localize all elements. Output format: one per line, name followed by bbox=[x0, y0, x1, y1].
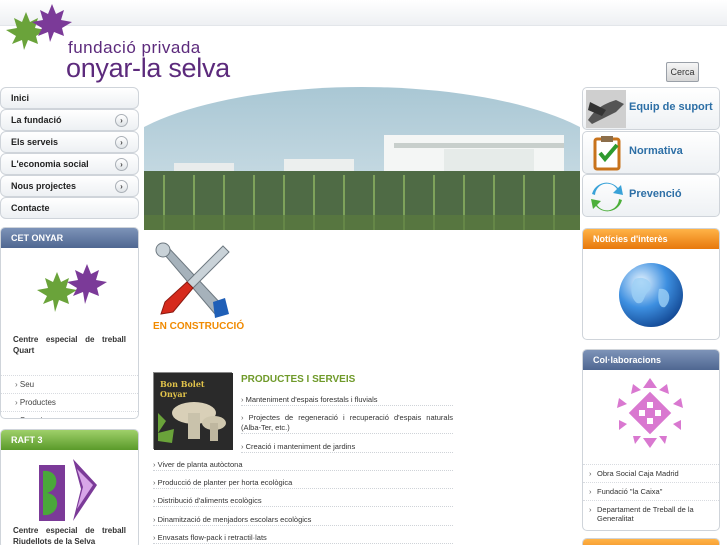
equip-de-suport-button[interactable]: Equip de suport bbox=[582, 87, 720, 130]
next-box-header bbox=[583, 539, 719, 545]
handshake-icon bbox=[586, 90, 626, 128]
prevencio-label: Prevenció bbox=[629, 188, 682, 200]
service-link[interactable]: Envasats flow-pack i retractil·lats bbox=[153, 533, 453, 544]
collaboration-mosaic-icon bbox=[617, 378, 683, 448]
chevron-right-icon[interactable]: › bbox=[115, 180, 128, 193]
collaborations-title: Col·laboracions bbox=[583, 350, 719, 370]
service-link[interactable]: Producció de planter per horta ecològica bbox=[153, 478, 453, 489]
service-link[interactable]: Creació i manteniment de jardins bbox=[241, 442, 453, 453]
chevron-right-icon[interactable]: › bbox=[115, 136, 128, 149]
checklist-icon bbox=[593, 136, 621, 171]
nav-item-inici[interactable]: Inici bbox=[0, 87, 139, 109]
refresh-arrows-icon bbox=[591, 182, 623, 212]
products-services-title: PRODUCTES I SERVEIS bbox=[241, 374, 356, 385]
construction-label: EN CONSTRUCCIÓ bbox=[153, 321, 245, 332]
globe-icon[interactable] bbox=[615, 259, 687, 331]
collaborations-box: Col·laboracions Obra Social Caja Madrid … bbox=[582, 349, 720, 531]
raft3-box: RAFT 3 Centre especial de treball Riudel… bbox=[0, 429, 139, 545]
news-title: Notícies d'interès bbox=[583, 229, 719, 249]
cet-link-serveis[interactable]: Serveis bbox=[1, 411, 138, 418]
maple-leaves-icon bbox=[37, 264, 107, 312]
normativa-label: Normativa bbox=[629, 145, 683, 157]
collab-link-obra-social[interactable]: Obra Social Caja Madrid bbox=[583, 464, 719, 482]
nav-item-contacte[interactable]: Contacte bbox=[0, 197, 139, 219]
nav-item-label: Els serveis bbox=[11, 137, 59, 147]
collab-link-la-caixa[interactable]: Fundació "la Caixa" bbox=[583, 482, 719, 500]
nav-item-label: Nous projectes bbox=[11, 181, 77, 191]
cet-onyar-title: CET ONYAR bbox=[1, 228, 138, 248]
wrench-screwdriver-icon bbox=[155, 242, 230, 318]
service-link[interactable]: Distribució d'aliments ecològics bbox=[153, 496, 453, 507]
service-link[interactable]: Dinamització de menjadors escolars ecolò… bbox=[153, 515, 453, 526]
collab-link-departament-treball[interactable]: Departament de Treball de la Generalitat bbox=[583, 500, 719, 527]
logo-line-2: onyar-la selva bbox=[66, 53, 230, 83]
chevron-right-icon[interactable]: › bbox=[115, 114, 128, 127]
service-link[interactable]: Manteniment d'espais forestals i fluvial… bbox=[241, 395, 453, 406]
nav-item-nous-projectes[interactable]: Nous projectes › bbox=[0, 175, 139, 197]
greenhouse-field-image bbox=[144, 87, 580, 230]
next-box bbox=[582, 538, 720, 545]
raft3-title: RAFT 3 bbox=[1, 430, 138, 450]
banner-photo bbox=[144, 87, 580, 230]
cet-link-productes[interactable]: Productes bbox=[1, 393, 138, 411]
raft3-description: Centre especial de treball Riudellots de… bbox=[13, 526, 126, 545]
bon-bolet-onyar-image: Bon Bolet Onyar bbox=[153, 372, 233, 450]
service-link[interactable]: Viver de planta autòctona bbox=[153, 460, 453, 471]
site-logo[interactable]: fundació privada onyar-la selva bbox=[2, 4, 242, 83]
nav-item-label: La fundació bbox=[11, 115, 62, 125]
normativa-button[interactable]: Normativa bbox=[582, 131, 720, 174]
news-box: Notícies d'interès bbox=[582, 228, 720, 340]
nav-item-label: Inici bbox=[11, 93, 30, 103]
product-image-caption: Bon Bolet Onyar bbox=[160, 379, 205, 399]
nav-item-label: Contacte bbox=[11, 203, 50, 213]
raft3-logo-icon bbox=[39, 459, 97, 521]
nav-item-els-serveis[interactable]: Els serveis › bbox=[0, 131, 139, 153]
maple-leaves-logo-icon bbox=[6, 4, 72, 50]
service-link[interactable]: Projectes de regeneració i recuperació d… bbox=[241, 413, 453, 434]
equip-de-suport-label: Equip de suport bbox=[629, 101, 713, 113]
cet-link-seu[interactable]: Seu bbox=[1, 375, 138, 393]
main-nav: Inici La fundació › Els serveis › L'econom… bbox=[0, 87, 139, 219]
chevron-right-icon[interactable]: › bbox=[115, 158, 128, 171]
nav-item-label: L'economia social bbox=[11, 159, 89, 169]
cet-onyar-description: Centre especial de treball Quart bbox=[13, 335, 126, 355]
cet-onyar-box: CET ONYAR Centre especial de treball Qua… bbox=[0, 227, 139, 419]
search-button[interactable]: Cerca bbox=[666, 62, 699, 82]
nav-item-la-fundacio[interactable]: La fundació › bbox=[0, 109, 139, 131]
nav-item-economia-social[interactable]: L'economia social › bbox=[0, 153, 139, 175]
prevencio-button[interactable]: Prevenció bbox=[582, 174, 720, 217]
